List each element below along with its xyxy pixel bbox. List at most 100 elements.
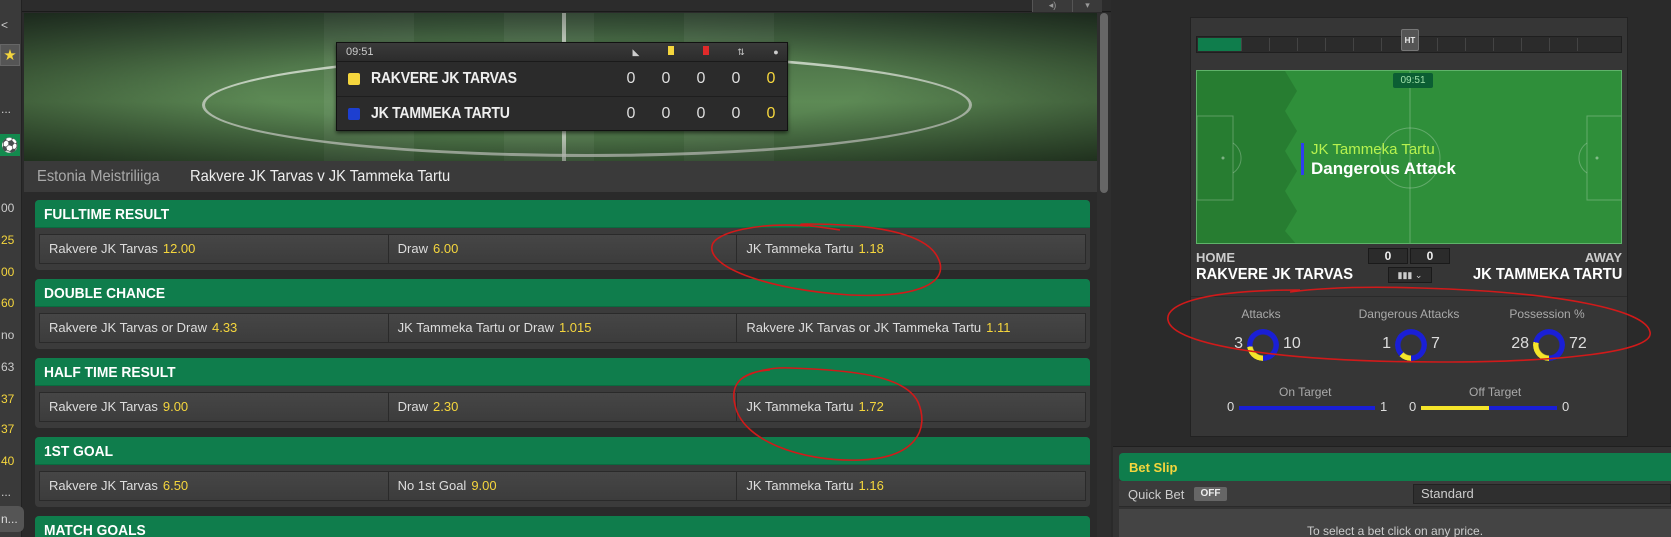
away-team-name: JK TAMMEKA TARTU bbox=[1472, 266, 1622, 283]
market-fulltime-result: FULLTIME RESULT Rakvere JK Tarvas 12.00 D… bbox=[35, 200, 1090, 270]
selection-button[interactable]: No 1st Goal 9.00 bbox=[388, 472, 738, 500]
selection-button[interactable]: JK Tammeka Tartu 1.18 bbox=[737, 235, 1086, 263]
market-header[interactable]: 1ST GOAL bbox=[35, 437, 1090, 465]
soccer-ball-icon[interactable]: ⚽ bbox=[0, 134, 20, 156]
market-double-chance: DOUBLE CHANCE Rakvere JK Tarvas or Draw 4… bbox=[35, 279, 1090, 349]
selection-button[interactable]: JK Tammeka Tartu or Draw 1.015 bbox=[388, 314, 738, 342]
market-header[interactable]: MATCH GOALS bbox=[35, 516, 1090, 537]
selection-name: JK Tammeka Tartu bbox=[746, 399, 854, 414]
breadcrumb: Estonia Meistriliiga Rakvere JK Tarvas v… bbox=[24, 161, 1097, 193]
selection-odds: 9.00 bbox=[162, 399, 189, 414]
home-goals: 0 bbox=[766, 70, 776, 87]
scrollbar-thumb[interactable] bbox=[1100, 13, 1108, 193]
stats-dropdown[interactable]: ▮▮▮ ⌄ bbox=[1388, 267, 1432, 283]
timeline-tick bbox=[1297, 38, 1298, 51]
stat-away-value: 10 bbox=[1283, 335, 1301, 352]
selection-button[interactable]: Draw 6.00 bbox=[388, 235, 738, 263]
off-target-away: 0 bbox=[1562, 399, 1570, 414]
bet-slip-message: To select a bet click on any price. bbox=[1119, 509, 1671, 537]
selection-button[interactable]: Rakvere JK Tarvas or Draw 4.33 bbox=[40, 314, 389, 342]
sidebar-odds[interactable]: 00 bbox=[0, 201, 22, 215]
timeline-tick bbox=[1381, 38, 1382, 51]
selection-button[interactable]: Draw 2.30 bbox=[388, 393, 738, 421]
timeline-tick bbox=[1577, 38, 1578, 51]
market-header[interactable]: DOUBLE CHANCE bbox=[35, 279, 1090, 307]
bar-chart-icon: ▮▮▮ bbox=[1397, 270, 1413, 280]
selection-button[interactable]: Rakvere JK Tarvas 6.50 bbox=[40, 472, 389, 500]
sidebar-odds[interactable]: 25 bbox=[0, 233, 22, 247]
market-header[interactable]: HALF TIME RESULT bbox=[35, 358, 1090, 386]
tracker-pitch: 09:51 JK Tammeka Tartu Dangerous Attack bbox=[1196, 70, 1622, 244]
sidebar-item[interactable]: ... bbox=[0, 485, 22, 499]
stat-away-value: 7 bbox=[1431, 335, 1440, 352]
stat-attacks: Attacks 3 10 bbox=[1191, 307, 1331, 361]
sidebar-bottom-tab[interactable]: n... bbox=[0, 506, 24, 532]
chevron-down-icon: ⌄ bbox=[1414, 270, 1423, 280]
stat-possession: Possession % 28 72 bbox=[1477, 307, 1617, 361]
away-red: 0 bbox=[696, 105, 706, 122]
timeline-tick bbox=[1325, 38, 1326, 51]
on-target-home: 0 bbox=[1227, 399, 1235, 414]
collapse-arrow-icon[interactable]: < bbox=[0, 18, 22, 32]
event-text: Dangerous Attack bbox=[1311, 159, 1456, 178]
quick-bet-toggle[interactable]: OFF bbox=[1194, 487, 1227, 501]
market-1st-goal: 1ST GOAL Rakvere JK Tarvas 6.50 No 1st Go… bbox=[35, 437, 1090, 507]
market-match-goals: MATCH GOALS bbox=[35, 516, 1090, 537]
home-label: HOME bbox=[1196, 250, 1235, 265]
sidebar-odds[interactable]: 00 bbox=[0, 265, 22, 279]
breadcrumb-league[interactable]: Estonia Meistriliiga bbox=[37, 168, 160, 186]
sidebar-odds[interactable]: 37 bbox=[0, 392, 22, 406]
away-shirt-icon bbox=[348, 108, 360, 120]
tracker-teams: HOME AWAY RAKVERE JK TARVAS JK TAMMEKA T… bbox=[1196, 248, 1622, 294]
selection-odds: 1.18 bbox=[858, 241, 884, 256]
selection-name: Rakvere JK Tarvas bbox=[49, 478, 158, 493]
sidebar-odds[interactable]: 40 bbox=[0, 454, 22, 468]
selection-odds: 12.00 bbox=[162, 241, 196, 256]
selection-name: Rakvere JK Tarvas or Draw bbox=[49, 320, 207, 335]
main-scrollbar[interactable] bbox=[1097, 13, 1111, 537]
off-target-label: Off Target bbox=[1469, 385, 1522, 399]
market-header[interactable]: FULLTIME RESULT bbox=[35, 200, 1090, 228]
tracker-clock: 09:51 bbox=[1393, 73, 1433, 88]
selection-name: Rakvere JK Tarvas bbox=[49, 399, 158, 414]
market-selections: Rakvere JK Tarvas 6.50 No 1st Goal 9.00 JK… bbox=[39, 471, 1086, 501]
selection-button[interactable]: Rakvere JK Tarvas 12.00 bbox=[40, 235, 389, 263]
stat-donut bbox=[1247, 329, 1279, 361]
scoreboard-header: 09:51 ◣ ⇅ ● bbox=[337, 43, 787, 62]
selection-button[interactable]: JK Tammeka Tartu 1.72 bbox=[737, 393, 1086, 421]
red-card-icon bbox=[700, 46, 712, 58]
scoreboard: 09:51 ◣ ⇅ ● RAKVERE JK TARVAS 0 0 0 0 0 … bbox=[336, 42, 788, 131]
favourites-star-icon[interactable]: ★ bbox=[0, 44, 20, 66]
selection-button[interactable]: Rakvere JK Tarvas or JK Tammeka Tartu 1.1… bbox=[737, 314, 1086, 342]
timeline-tick bbox=[1437, 38, 1438, 51]
sidebar-odds[interactable]: 60 bbox=[0, 296, 22, 310]
event-team: JK Tammeka Tartu bbox=[1311, 141, 1435, 158]
timeline-tick bbox=[1521, 38, 1522, 51]
market-selections: Rakvere JK Tarvas 9.00 Draw 2.30 JK Tammek… bbox=[39, 392, 1086, 422]
home-team-name: RAKVERE JK TARVAS bbox=[371, 70, 517, 87]
bet-slip-header[interactable]: Bet Slip bbox=[1119, 453, 1671, 481]
more-icon[interactable]: ▾ bbox=[1072, 0, 1102, 12]
market-selections: Rakvere JK Tarvas or Draw 4.33 JK Tammeka… bbox=[39, 313, 1086, 343]
market-selections: Rakvere JK Tarvas 12.00 Draw 6.00 JK Tamme… bbox=[39, 234, 1086, 264]
sidebar-item[interactable]: ... bbox=[0, 102, 22, 116]
event-team-bar bbox=[1301, 143, 1304, 175]
market-title: FULLTIME RESULT bbox=[44, 206, 170, 223]
left-sidebar-strip: < ★ ... ⚽ 00 25 00 60 no 63 37 37 40 ...… bbox=[0, 0, 24, 537]
selection-odds: 6.50 bbox=[162, 478, 189, 493]
sidebar-odds[interactable]: no bbox=[0, 328, 22, 342]
selection-button[interactable]: JK Tammeka Tartu 1.16 bbox=[737, 472, 1086, 500]
sidebar-odds[interactable]: 37 bbox=[0, 422, 22, 436]
selection-button[interactable]: Rakvere JK Tarvas 9.00 bbox=[40, 393, 389, 421]
selection-odds: 1.015 bbox=[558, 320, 592, 335]
app-root: < ★ ... ⚽ 00 25 00 60 no 63 37 37 40 ...… bbox=[0, 0, 1671, 537]
pitch-right-arc bbox=[1578, 142, 1588, 174]
breadcrumb-match: Rakvere JK Tarvas v JK Tammeka Tartu bbox=[190, 168, 451, 185]
sidebar-odds[interactable]: 63 bbox=[0, 360, 22, 374]
stat-donut bbox=[1533, 329, 1565, 361]
substitution-icon: ⇅ bbox=[737, 47, 745, 57]
market-title: 1ST GOAL bbox=[44, 443, 114, 460]
sound-icon[interactable]: ◂) bbox=[1032, 0, 1072, 12]
bet-mode-select[interactable]: Standard bbox=[1413, 484, 1671, 504]
selection-odds: 1.11 bbox=[986, 320, 1011, 335]
